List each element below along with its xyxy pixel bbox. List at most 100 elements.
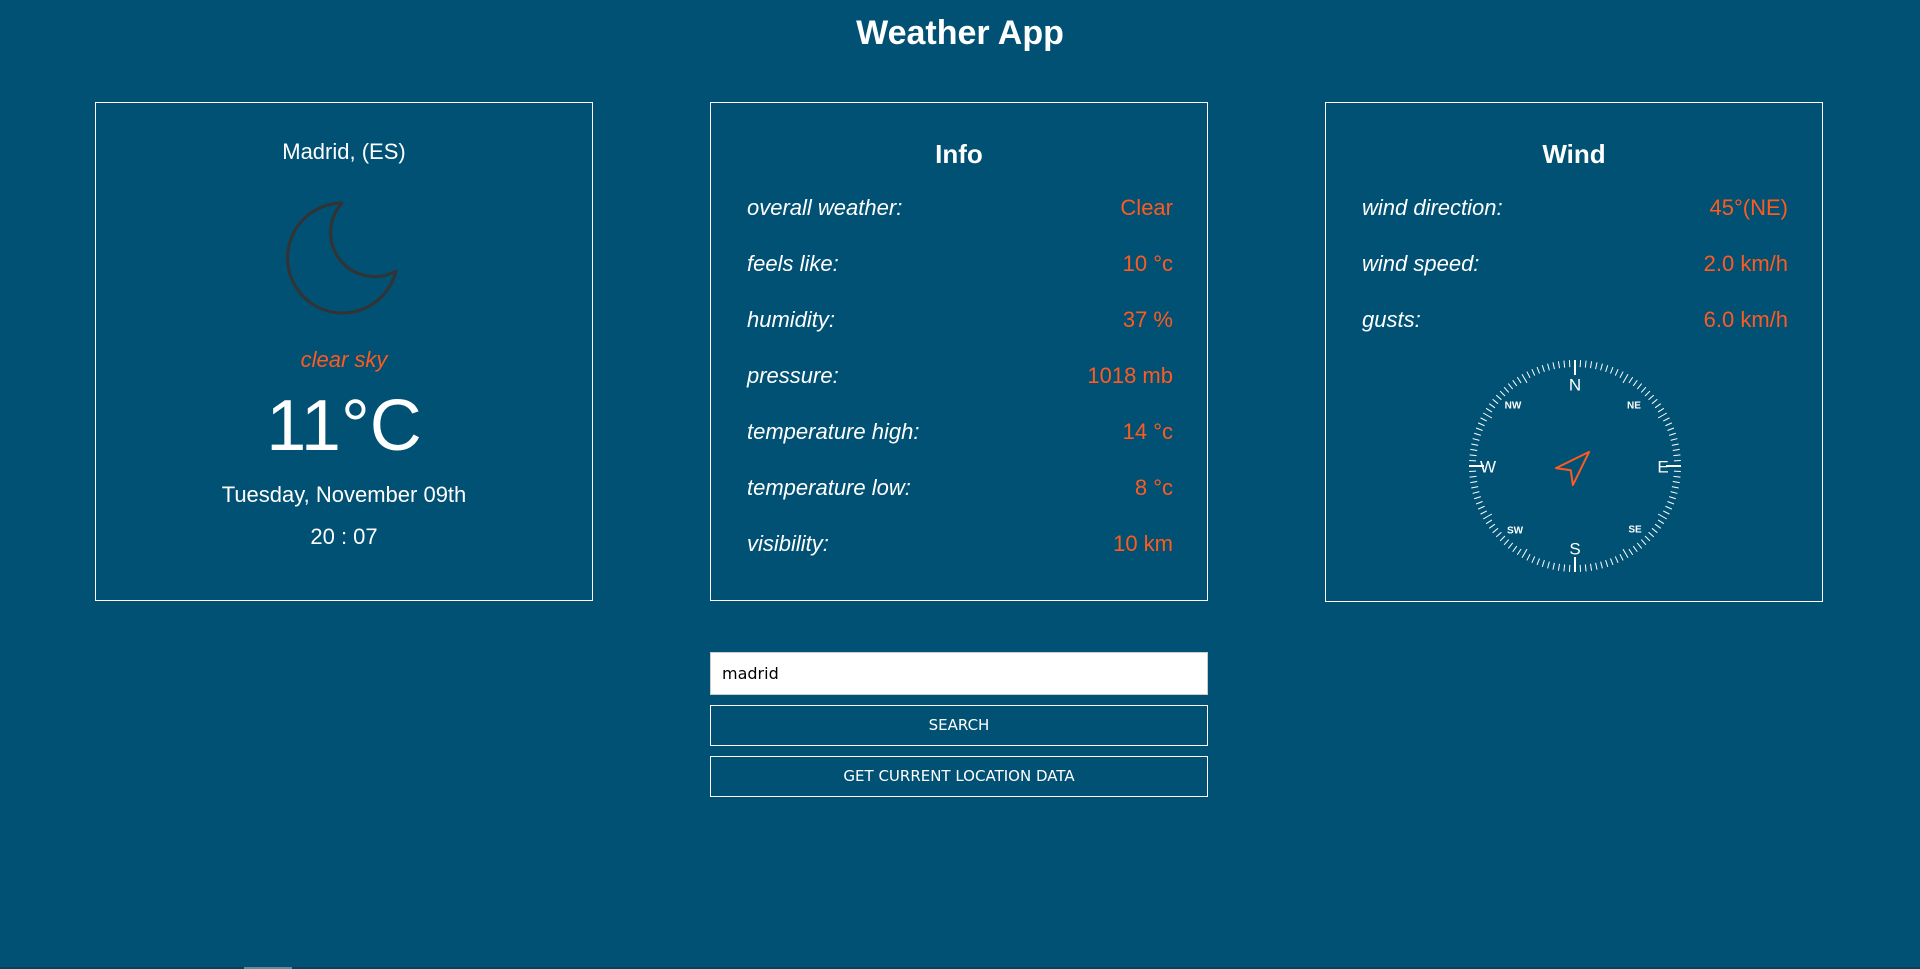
compass-tick bbox=[1628, 376, 1634, 384]
compass-tick bbox=[1541, 560, 1545, 567]
compass-tick bbox=[1662, 417, 1670, 422]
compass-nw-label: NW bbox=[1505, 401, 1522, 412]
city-search-input[interactable] bbox=[710, 652, 1208, 695]
current-time: 20 : 07 bbox=[310, 524, 378, 549]
compass-tick bbox=[1480, 417, 1488, 422]
compass-tick bbox=[1636, 383, 1643, 390]
compass-tick bbox=[1488, 523, 1496, 529]
compass-tick bbox=[1648, 531, 1655, 538]
wind-value: 45°(NE) bbox=[1709, 195, 1788, 220]
compass-n-label: N bbox=[1569, 375, 1581, 394]
wind-label: gusts: bbox=[1362, 307, 1421, 332]
info-label: humidity: bbox=[747, 307, 836, 332]
info-row-pressure: pressure: 1018 mb bbox=[747, 363, 1173, 419]
moon-icon bbox=[286, 201, 398, 315]
compass-tick bbox=[1507, 542, 1514, 549]
current-date: Tuesday, November 09th bbox=[221, 482, 467, 507]
compass-tick bbox=[1482, 513, 1493, 520]
compass-tick bbox=[1477, 505, 1485, 510]
compass-tick bbox=[1547, 561, 1550, 569]
compass-tick bbox=[1667, 427, 1675, 431]
compass-tick bbox=[1640, 386, 1647, 393]
compass-tick bbox=[1619, 553, 1624, 561]
compass-tick bbox=[1512, 379, 1518, 387]
compass-tick bbox=[1589, 361, 1593, 369]
info-value: 10 km bbox=[1113, 531, 1173, 556]
compass-tick bbox=[1526, 371, 1531, 379]
compass-tick bbox=[1482, 412, 1493, 419]
compass-tick bbox=[1673, 454, 1681, 457]
info-label: overall weather: bbox=[747, 195, 903, 220]
current-location-button[interactable]: GET CURRENT LOCATION DATA bbox=[710, 756, 1208, 797]
info-list: overall weather: Clear feels like: 10 °c… bbox=[747, 195, 1173, 587]
compass-tick bbox=[1488, 403, 1496, 409]
info-row-temperature-low: temperature low: 8 °c bbox=[747, 475, 1173, 531]
compass-tick bbox=[1600, 561, 1603, 569]
weather-app: Weather App Madrid, (ES) clear sky 11°C … bbox=[0, 0, 1920, 969]
compass-tick bbox=[1632, 379, 1638, 387]
compass-tick bbox=[1670, 491, 1678, 494]
compass-tick bbox=[1470, 448, 1478, 452]
info-label: feels like: bbox=[747, 251, 839, 276]
compass-tick bbox=[1657, 412, 1668, 419]
compass-tick bbox=[1584, 564, 1587, 572]
info-card: Info overall weather: Clear feels like: … bbox=[710, 102, 1208, 601]
compass-tick bbox=[1495, 394, 1502, 401]
compass-tick bbox=[1470, 480, 1478, 484]
compass-tick bbox=[1471, 443, 1479, 446]
compass-tick bbox=[1654, 403, 1662, 409]
wind-row-direction: wind direction: 45°(NE) bbox=[1362, 195, 1788, 251]
compass-tick bbox=[1477, 422, 1485, 427]
compass-tick bbox=[1552, 562, 1555, 570]
compass-tick bbox=[1503, 539, 1510, 546]
compass-tick bbox=[1499, 535, 1506, 542]
compass-tick bbox=[1636, 542, 1643, 549]
compass-se-label: SE bbox=[1628, 525, 1642, 536]
compass-tick bbox=[1472, 491, 1480, 494]
compass-tick bbox=[1654, 523, 1662, 529]
compass-tick bbox=[1547, 363, 1550, 371]
info-row-visibility: visibility: 10 km bbox=[747, 531, 1173, 587]
compass-tick bbox=[1672, 448, 1680, 452]
wind-value: 2.0 km/h bbox=[1703, 251, 1788, 276]
compass-tick bbox=[1595, 362, 1598, 370]
compass-tick bbox=[1605, 560, 1609, 567]
compass-tick bbox=[1595, 562, 1598, 570]
compass-tick bbox=[1495, 531, 1502, 538]
search-button[interactable]: SEARCH bbox=[710, 705, 1208, 746]
compass-tick bbox=[1619, 371, 1624, 379]
info-value: 8 °c bbox=[1134, 475, 1173, 500]
compass-tick bbox=[1469, 475, 1477, 478]
compass-tick bbox=[1475, 501, 1483, 505]
compass-tick bbox=[1471, 486, 1479, 489]
compass-tick bbox=[1671, 486, 1679, 489]
compass-tick bbox=[1472, 438, 1480, 441]
info-label: pressure: bbox=[747, 363, 839, 388]
compass-tick bbox=[1485, 519, 1493, 525]
compass-tick bbox=[1657, 519, 1665, 525]
info-value: 1018 mb bbox=[1087, 363, 1173, 388]
info-row-overall-weather: overall weather: Clear bbox=[747, 195, 1173, 251]
wind-label: wind speed: bbox=[1362, 251, 1480, 276]
compass-tick bbox=[1557, 563, 1561, 571]
compass-tick bbox=[1557, 361, 1561, 369]
compass-tick bbox=[1628, 548, 1634, 556]
wind-value: 6.0 km/h bbox=[1703, 307, 1788, 332]
wind-heading: Wind bbox=[1542, 139, 1606, 169]
compass-tick bbox=[1673, 475, 1681, 478]
compass-tick bbox=[1521, 373, 1528, 384]
info-label: temperature high: bbox=[747, 419, 920, 444]
info-row-feels-like: feels like: 10 °c bbox=[747, 251, 1173, 307]
compass-tick bbox=[1485, 407, 1493, 413]
compass-tick bbox=[1662, 510, 1670, 515]
wind-list: wind direction: 45°(NE) wind speed: 2.0 … bbox=[1362, 195, 1788, 363]
compass-tick bbox=[1669, 496, 1676, 500]
compass-tick bbox=[1526, 553, 1531, 561]
wind-compass: N E S W NE SE SW NW bbox=[1469, 360, 1681, 572]
compass-tick bbox=[1492, 527, 1499, 534]
compass-tick bbox=[1492, 398, 1499, 405]
compass-tick bbox=[1605, 365, 1609, 372]
compass-ne-label: NE bbox=[1627, 401, 1641, 412]
compass-tick bbox=[1584, 360, 1587, 368]
compass-sw-label: SW bbox=[1507, 526, 1524, 537]
